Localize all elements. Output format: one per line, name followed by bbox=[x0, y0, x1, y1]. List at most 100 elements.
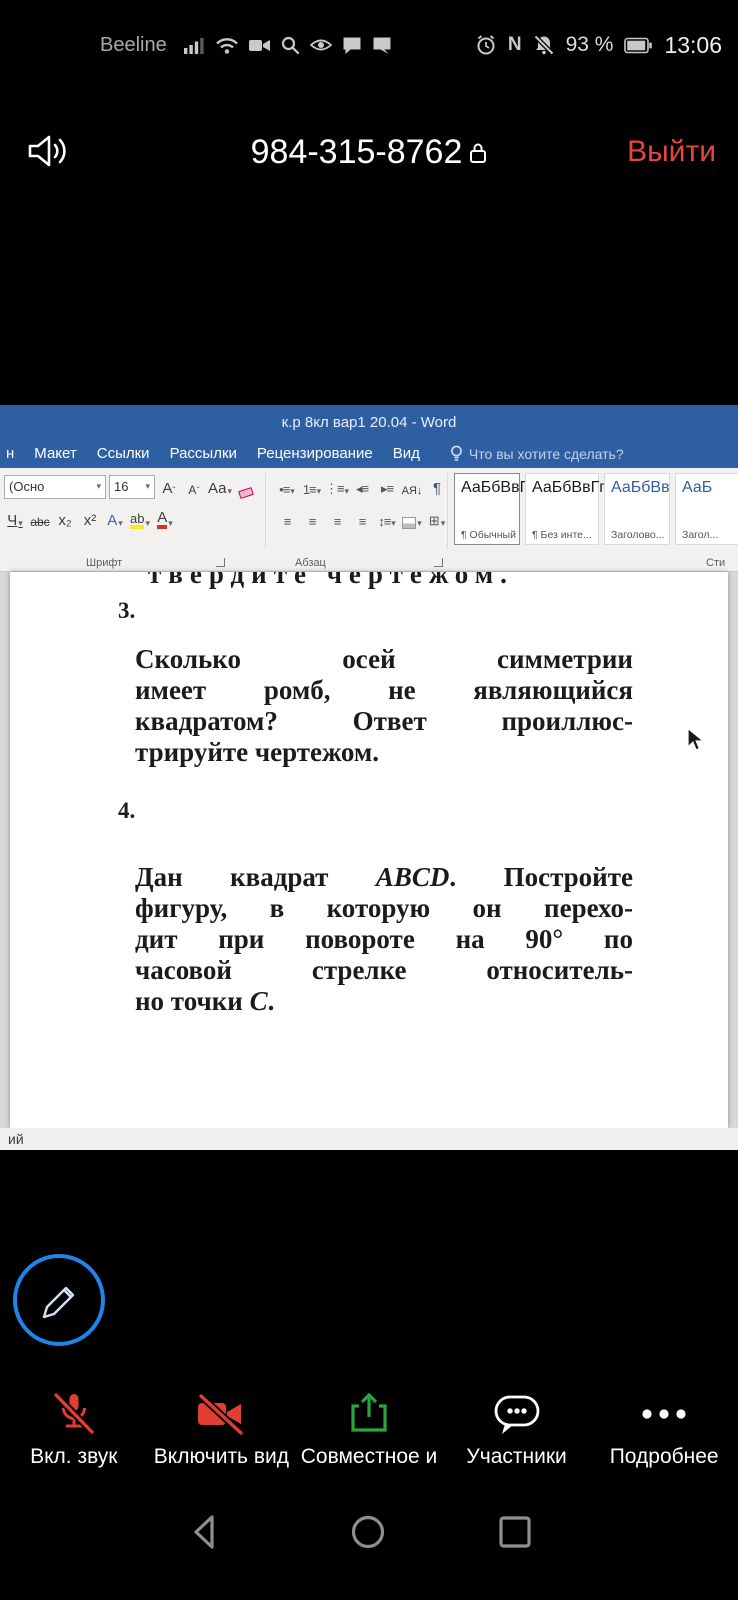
borders-button[interactable]: ⊞▾ bbox=[426, 507, 448, 531]
phone-screen: Beeline N 93 % 13:06 984-315-8762 Выйт bbox=[0, 0, 738, 1600]
search-icon bbox=[281, 36, 300, 55]
tell-me-label: Что вы хотите сделать? bbox=[469, 446, 624, 462]
font-dialog-launcher[interactable] bbox=[216, 558, 225, 567]
borders-icon: ⊞ bbox=[429, 513, 440, 529]
underline-button[interactable]: Ч▾ bbox=[4, 507, 26, 531]
annotate-button[interactable] bbox=[13, 1254, 105, 1346]
battery-icon bbox=[624, 37, 653, 54]
subscript-button[interactable]: x₂ bbox=[54, 507, 76, 531]
line-spacing-icon: ↕≡ bbox=[378, 514, 390, 529]
font-group-label: Шрифт bbox=[86, 557, 122, 569]
android-nav-bar bbox=[0, 1500, 738, 1600]
problem-3-text: Сколько осей симметрии имеет ромб, не яв… bbox=[135, 644, 633, 768]
clear-formatting-button[interactable] bbox=[235, 475, 257, 499]
shrink-font-button[interactable]: Аˇ bbox=[183, 475, 205, 499]
align-right-button[interactable]: ≡ bbox=[326, 507, 348, 531]
strikethrough-button[interactable]: abc bbox=[29, 507, 51, 531]
multilevel-list-button[interactable]: ⋮≡▾ bbox=[326, 475, 348, 499]
status-icons-right: N 93 % 13:06 bbox=[475, 32, 722, 59]
paragraph-dialog-launcher[interactable] bbox=[434, 558, 443, 567]
grow-font-button[interactable]: Аˆ bbox=[158, 475, 180, 499]
message-icon bbox=[372, 36, 392, 55]
problem-4-text: Дан квадрат ABCD. Постройте фигуру, в ко… bbox=[135, 862, 633, 1017]
ribbon-tabs: н Макет Ссылки Рассылки Рецензирование В… bbox=[0, 439, 738, 468]
leave-meeting-button[interactable]: Выйти bbox=[627, 135, 716, 169]
dropdown-arrow-icon: ▾ bbox=[145, 481, 150, 492]
word-window: к.р 8кл вар1 20.04 - Word н Макет Ссылки… bbox=[0, 405, 738, 1150]
font-size-combobox[interactable]: 16▾ bbox=[109, 475, 155, 499]
eraser-icon bbox=[238, 487, 254, 499]
tab-mailings[interactable]: Рассылки bbox=[170, 445, 237, 462]
notifications-muted-icon bbox=[533, 34, 555, 56]
numbered-list-icon: 1≡ bbox=[303, 482, 316, 497]
word-status-bar: ий bbox=[0, 1128, 738, 1150]
align-left-button[interactable]: ≡ bbox=[276, 507, 298, 531]
indent-icon: ▸≡ bbox=[381, 481, 393, 497]
align-right-icon: ≡ bbox=[334, 514, 341, 529]
justify-button[interactable]: ≡ bbox=[351, 507, 373, 531]
style-no-spacing[interactable]: АаБбВвГг, ¶ Без инте... bbox=[525, 473, 599, 545]
font-color-button[interactable]: А▾ bbox=[154, 507, 176, 531]
style-normal[interactable]: АаБбВвГг, ¶ Обычный bbox=[454, 473, 520, 545]
battery-percent: 93 % bbox=[566, 33, 614, 57]
tab-layout[interactable]: Макет bbox=[34, 445, 76, 462]
lightbulb-icon bbox=[450, 445, 463, 462]
more-button[interactable]: Подробнее bbox=[590, 1388, 738, 1500]
bullet-list-button[interactable]: •≡▾ bbox=[276, 475, 298, 499]
styles-group: АаБбВвГг, ¶ Обычный АаБбВвГг, ¶ Без инте… bbox=[448, 468, 738, 554]
home-button[interactable] bbox=[348, 1510, 388, 1554]
increase-indent-button[interactable]: ▸≡ bbox=[376, 475, 398, 499]
align-left-icon: ≡ bbox=[284, 514, 291, 529]
document-area: твердите чертежом. 3. Сколько осей симме… bbox=[0, 572, 738, 1128]
justify-icon: ≡ bbox=[359, 514, 366, 529]
style-heading2[interactable]: АаБ Загол... bbox=[675, 473, 738, 545]
tab-design-partial[interactable]: н bbox=[6, 445, 14, 462]
styles-group-label: Сти bbox=[706, 557, 725, 569]
word-title-bar: к.р 8кл вар1 20.04 - Word bbox=[0, 405, 738, 439]
more-icon bbox=[639, 1388, 689, 1440]
tab-view[interactable]: Вид bbox=[393, 445, 420, 462]
align-center-button[interactable]: ≡ bbox=[301, 507, 323, 531]
wifi-icon bbox=[215, 35, 239, 55]
align-center-icon: ≡ bbox=[309, 514, 316, 529]
back-button[interactable] bbox=[185, 1510, 225, 1554]
tell-me-box[interactable]: Что вы хотите сделать? bbox=[450, 445, 624, 462]
status-bar-text: ий bbox=[8, 1131, 24, 1147]
highlight-color-button[interactable]: ab▾ bbox=[129, 507, 151, 531]
alarm-icon bbox=[475, 34, 497, 56]
change-case-button[interactable]: Аа▾ bbox=[208, 475, 232, 499]
chat-bubble-icon bbox=[342, 36, 362, 55]
paragraph-group-label: Абзац bbox=[295, 557, 326, 569]
line-spacing-button[interactable]: ↕≡▾ bbox=[376, 507, 398, 531]
clock: 13:06 bbox=[664, 32, 722, 59]
tab-references[interactable]: Ссылки bbox=[97, 445, 150, 462]
unmute-button[interactable]: Вкл. звук bbox=[0, 1388, 148, 1500]
tab-review[interactable]: Рецензирование bbox=[257, 445, 373, 462]
eye-icon bbox=[310, 37, 332, 53]
bullet-list-icon: •≡ bbox=[279, 482, 289, 497]
lock-icon bbox=[469, 140, 487, 165]
clipped-text-line: твердите чертежом. bbox=[148, 572, 514, 590]
participants-button[interactable]: Участники bbox=[443, 1388, 591, 1500]
recents-button[interactable] bbox=[495, 1510, 535, 1554]
superscript-button[interactable]: x² bbox=[79, 507, 101, 531]
share-screen-button[interactable]: Совместное и bbox=[295, 1388, 443, 1500]
decrease-indent-button[interactable]: ◂≡ bbox=[351, 475, 373, 499]
multilevel-list-icon: ⋮≡ bbox=[325, 481, 344, 497]
zoom-toolbar: Вкл. звук Включить вид Совместное и Учас… bbox=[0, 1388, 738, 1500]
document-page[interactable]: твердите чертежом. 3. Сколько осей симме… bbox=[10, 572, 728, 1128]
mouse-cursor bbox=[686, 727, 708, 753]
meeting-id: 984-315-8762 bbox=[251, 133, 463, 172]
font-name-combobox[interactable]: (Осно▾ bbox=[4, 475, 106, 499]
shading-button[interactable]: ▾ bbox=[401, 507, 423, 531]
share-screen-icon bbox=[344, 1388, 394, 1440]
dropdown-arrow-icon: ▾ bbox=[96, 481, 101, 492]
text-effects-button[interactable]: А▾ bbox=[104, 507, 126, 531]
show-paragraph-marks-button[interactable]: ¶ bbox=[426, 475, 448, 499]
start-video-button[interactable]: Включить вид bbox=[148, 1388, 296, 1500]
shading-icon bbox=[402, 517, 416, 529]
sort-button[interactable]: АЯ↓ bbox=[401, 475, 423, 499]
outdent-icon: ◂≡ bbox=[356, 481, 368, 497]
style-heading1[interactable]: АаБбВв Заголово... bbox=[604, 473, 670, 545]
numbered-list-button[interactable]: 1≡▾ bbox=[301, 475, 323, 499]
